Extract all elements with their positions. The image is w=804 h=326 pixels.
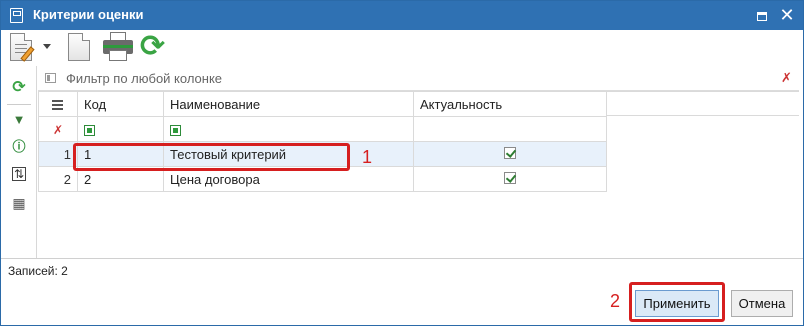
filter-bar: Фильтр по любой колонке ✗ <box>38 66 799 91</box>
clear-column-filters[interactable]: ✗ <box>38 116 78 142</box>
column-settings-icon[interactable]: ▦ <box>10 194 28 212</box>
refresh-icon: ⟳ <box>140 30 166 63</box>
save-window-icon <box>10 8 23 23</box>
filter-row: ✗ <box>38 116 607 142</box>
print-button[interactable] <box>102 32 134 64</box>
filter-input[interactable]: Фильтр по любой колонке <box>66 71 222 86</box>
dialog-window: Критерии оценки ✕ ⟳ ⟳ ▼ ⓘ ⇅ ▦ Фильтр по … <box>0 0 804 326</box>
annotation-box-1 <box>73 143 350 171</box>
maximize-button[interactable] <box>750 3 774 27</box>
refresh-icon[interactable]: ⟳ <box>10 79 28 97</box>
toolbar: ⟳ <box>1 30 803 66</box>
filter-icon[interactable]: ▼ <box>10 111 28 129</box>
cancel-button[interactable]: Отмена <box>731 290 793 317</box>
dropdown-arrow-icon[interactable] <box>43 44 51 49</box>
column-header-active[interactable]: Актуальность <box>413 91 607 117</box>
close-button[interactable]: ✕ <box>775 3 799 27</box>
cell-active[interactable] <box>413 141 607 167</box>
sort-icon[interactable]: ⇅ <box>12 167 26 181</box>
header-row: Код Наименование Актуальность <box>38 91 607 117</box>
filter-cell-name[interactable] <box>163 116 414 142</box>
clear-filter-icon[interactable]: ✗ <box>53 123 63 137</box>
filter-cell-code[interactable] <box>77 116 164 142</box>
print-icon <box>102 32 134 62</box>
filter-cell-active[interactable] <box>413 116 607 142</box>
refresh-button[interactable]: ⟳ <box>140 32 172 64</box>
row-number: 1 <box>38 141 78 167</box>
annotation-box-2 <box>629 282 725 322</box>
row-number: 2 <box>38 166 78 192</box>
grid-table: Код Наименование Актуальность ✗ 1 1 Тест… <box>38 91 607 192</box>
annotation-number-1: 1 <box>362 147 373 167</box>
new-document-icon <box>68 33 90 61</box>
side-toolbar: ⟳ ▼ ⓘ ⇅ ▦ <box>1 66 37 258</box>
column-header-code[interactable]: Код <box>77 91 164 117</box>
window-title: Критерии оценки <box>33 7 144 22</box>
filter-checkbox-code[interactable] <box>84 124 95 136</box>
title-bar[interactable]: Критерии оценки ✕ <box>1 1 803 30</box>
menu-icon[interactable] <box>52 104 63 107</box>
filter-checkbox-name[interactable] <box>170 124 181 136</box>
new-document-button[interactable] <box>68 32 92 64</box>
records-count: Записей: 2 <box>8 264 68 278</box>
row-menu-header[interactable] <box>38 91 78 117</box>
edit-document-button[interactable] <box>10 32 56 64</box>
clear-filter-icon[interactable]: ✗ <box>781 70 792 86</box>
header-filler <box>606 91 799 116</box>
column-header-name[interactable]: Наименование <box>163 91 414 117</box>
cell-active[interactable] <box>413 166 607 192</box>
info-icon[interactable]: ⓘ <box>10 138 28 156</box>
panel-toggle-icon[interactable] <box>45 73 56 83</box>
active-checkbox[interactable] <box>504 146 516 159</box>
annotation-number-2: 2 <box>610 291 621 311</box>
active-checkbox[interactable] <box>504 171 516 184</box>
maximize-icon <box>757 11 767 21</box>
